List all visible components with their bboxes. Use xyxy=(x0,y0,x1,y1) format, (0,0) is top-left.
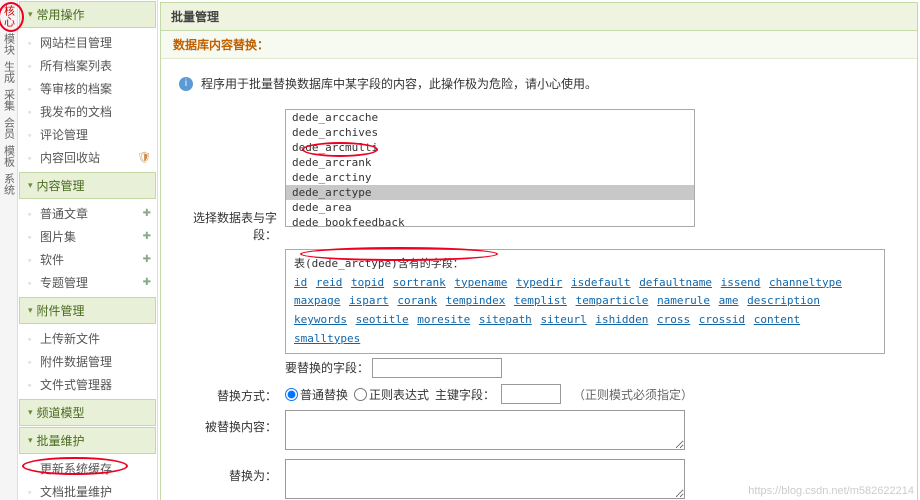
rail-tab[interactable]: 采集 xyxy=(1,86,17,114)
field-link[interactable]: keywords xyxy=(294,313,347,326)
field-link[interactable]: temparticle xyxy=(576,294,649,307)
sidebar-item[interactable]: 文件式管理器 xyxy=(18,373,157,396)
field-link[interactable]: issend xyxy=(721,276,761,289)
rail-tab[interactable]: 生成 xyxy=(1,58,17,86)
sidebar-item[interactable]: 专题管理✚ xyxy=(18,271,157,294)
label-replaced-content: 被替换内容： xyxy=(175,410,285,435)
pk-input[interactable] xyxy=(501,384,561,404)
field-link[interactable]: topid xyxy=(351,276,384,289)
field-link[interactable]: ishidden xyxy=(595,313,648,326)
sidebar-group-header[interactable]: 频道模型 xyxy=(19,399,156,426)
field-link[interactable]: smalltypes xyxy=(294,332,360,345)
radio-normal-input[interactable] xyxy=(285,388,298,401)
field-link[interactable]: sortrank xyxy=(393,276,446,289)
shield-icon: 🛡 xyxy=(137,151,151,164)
field-link[interactable]: id xyxy=(294,276,307,289)
label-select-table: 选择数据表与字段： xyxy=(175,109,285,243)
field-link[interactable]: templist xyxy=(514,294,567,307)
panel-subtitle: 数据库内容替换： xyxy=(161,31,917,59)
table-option[interactable]: dede_archives xyxy=(286,125,694,140)
sidebar-item[interactable]: 上传新文件 xyxy=(18,327,157,350)
table-option[interactable]: dede_arctiny xyxy=(286,170,694,185)
table-option[interactable]: dede_bookfeedback xyxy=(286,215,694,227)
field-link[interactable]: moresite xyxy=(417,313,470,326)
radio-regex[interactable]: 正则表达式 xyxy=(354,386,429,403)
replaced-content-input[interactable] xyxy=(285,410,685,450)
sidebar-item[interactable]: 网站栏目管理 xyxy=(18,31,157,54)
sidebar-group-header[interactable]: 常用操作 xyxy=(19,1,156,28)
field-link[interactable]: isdefault xyxy=(571,276,631,289)
row-target-field: 要替换的字段： xyxy=(285,358,903,378)
field-link[interactable]: channeltype xyxy=(769,276,842,289)
field-link[interactable]: description xyxy=(747,294,820,307)
rail-tab[interactable]: 核心 xyxy=(1,2,17,30)
field-link[interactable]: content xyxy=(754,313,800,326)
add-icon[interactable]: ✚ xyxy=(143,254,151,265)
field-link[interactable]: maxpage xyxy=(294,294,340,307)
field-link[interactable]: tempindex xyxy=(446,294,506,307)
main-content: 批量管理 数据库内容替换： i 程序用于批量替换数据库中某字段的内容，此操作极为… xyxy=(158,0,920,500)
field-link[interactable]: cross xyxy=(657,313,690,326)
radio-regex-input[interactable] xyxy=(354,388,367,401)
table-option[interactable]: dede_arcmulti xyxy=(286,140,694,155)
add-icon[interactable]: ✚ xyxy=(143,208,151,219)
field-link[interactable]: ispart xyxy=(349,294,389,307)
rail-tab[interactable]: 模块 xyxy=(1,30,17,58)
sidebar-item[interactable]: 图片集✚ xyxy=(18,225,157,248)
sidebar-item[interactable]: 软件✚ xyxy=(18,248,157,271)
sidebar-item[interactable]: 文档批量维护 xyxy=(18,480,157,500)
sidebar-item[interactable]: 评论管理 xyxy=(18,123,157,146)
left-rail: 核心模块生成采集会员模板系统 xyxy=(0,0,18,500)
panel-title: 批量管理 xyxy=(161,3,917,31)
label-pk: 主键字段： xyxy=(435,386,495,403)
watermark: https://blog.csdn.net/m582622214 xyxy=(748,485,914,497)
field-link[interactable]: namerule xyxy=(657,294,710,307)
label-target-field: 要替换的字段： xyxy=(285,361,369,375)
sidebar-item[interactable]: 等审核的档案 xyxy=(18,77,157,100)
sidebar-item[interactable]: 内容回收站🛡 xyxy=(18,146,157,169)
pk-hint: （正则模式必须指定） xyxy=(573,386,693,403)
field-link[interactable]: sitepath xyxy=(479,313,532,326)
sidebar-group-header[interactable]: 内容管理 xyxy=(19,172,156,199)
field-link[interactable]: reid xyxy=(316,276,343,289)
sidebar-item[interactable]: 更新系统缓存 xyxy=(18,457,157,480)
fields-box-title: 表(dede_arctype)含有的字段： xyxy=(294,255,876,274)
add-icon[interactable]: ✚ xyxy=(143,277,151,288)
table-option[interactable]: dede_arctype xyxy=(286,185,694,200)
add-icon[interactable]: ✚ xyxy=(143,231,151,242)
field-link[interactable]: defaultname xyxy=(639,276,712,289)
table-option[interactable]: dede_arccache xyxy=(286,110,694,125)
label-replace-mode: 替换方式： xyxy=(175,384,285,404)
replace-to-input[interactable] xyxy=(285,459,685,499)
warning-text: 程序用于批量替换数据库中某字段的内容，此操作极为危险，请小心使用。 xyxy=(201,75,597,92)
warning-note: i 程序用于批量替换数据库中某字段的内容，此操作极为危险，请小心使用。 xyxy=(175,67,903,106)
sidebar-item[interactable]: 所有档案列表 xyxy=(18,54,157,77)
fields-box: 表(dede_arctype)含有的字段： id reid topid sort… xyxy=(285,249,885,354)
sidebar-group-header[interactable]: 附件管理 xyxy=(19,297,156,324)
fields-list: id reid topid sortrank typename typedir … xyxy=(294,274,876,349)
rail-tab[interactable]: 系统 xyxy=(1,170,17,198)
sidebar-group-header[interactable]: 批量维护 xyxy=(19,427,156,454)
radio-normal[interactable]: 普通替换 xyxy=(285,386,348,403)
field-link[interactable]: corank xyxy=(397,294,437,307)
label-replace-to: 替换为： xyxy=(175,459,285,484)
table-select-list[interactable]: dede_arccachedede_archivesdede_arcmultid… xyxy=(285,109,695,227)
target-field-input[interactable] xyxy=(372,358,502,378)
field-link[interactable]: ame xyxy=(719,294,739,307)
sidebar-item[interactable]: 我发布的文档 xyxy=(18,100,157,123)
field-link[interactable]: typedir xyxy=(516,276,562,289)
field-link[interactable]: crossid xyxy=(699,313,745,326)
info-icon: i xyxy=(179,77,193,91)
field-link[interactable]: typename xyxy=(454,276,507,289)
rail-tab[interactable]: 模板 xyxy=(1,142,17,170)
sidebar-item[interactable]: 普通文章✚ xyxy=(18,202,157,225)
table-option[interactable]: dede_area xyxy=(286,200,694,215)
sidebar: 常用操作网站栏目管理所有档案列表等审核的档案我发布的文档评论管理内容回收站🛡 内容… xyxy=(18,0,158,500)
field-link[interactable]: seotitle xyxy=(356,313,409,326)
sidebar-item[interactable]: 附件数据管理 xyxy=(18,350,157,373)
rail-tab[interactable]: 会员 xyxy=(1,114,17,142)
table-option[interactable]: dede_arcrank xyxy=(286,155,694,170)
field-link[interactable]: siteurl xyxy=(540,313,586,326)
